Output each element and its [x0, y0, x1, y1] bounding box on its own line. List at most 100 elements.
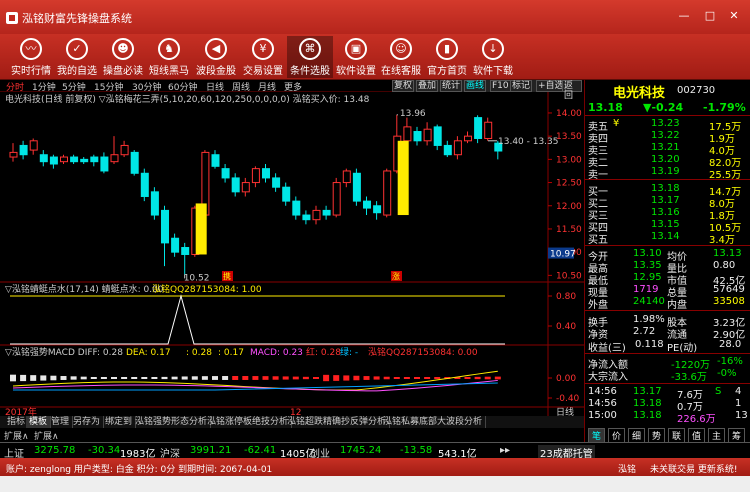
kline-chart[interactable]: 电光科技(日线 前复权) ▽泓铭梅花三弄(5,10,20,60,120,250,… — [0, 92, 584, 417]
macd-bar — [333, 375, 340, 381]
candle-body — [464, 135, 472, 142]
speaker-icon: ◀ — [205, 38, 227, 60]
candle-body — [292, 200, 301, 216]
toolbar-label: 短线黑马 — [149, 66, 189, 77]
ind2-red: 红: 0.28 — [306, 346, 341, 358]
stat-val: 1.98% — [633, 314, 665, 325]
tool-button-4[interactable]: F10 — [490, 80, 511, 92]
ind2-tick-label: -0.40 — [556, 394, 580, 404]
stat-val: 13.35 — [633, 260, 662, 271]
candle-body — [453, 140, 462, 156]
quote-tab-2[interactable]: 细 — [628, 428, 646, 443]
quote-tab-1[interactable]: 价 — [608, 428, 626, 443]
quote-tab-5[interactable]: 值 — [688, 428, 706, 443]
tool-button-2[interactable]: 统计 — [440, 80, 463, 92]
ticker-arrows-icon[interactable]: ▸▸ — [500, 445, 510, 456]
toolbar-button-10[interactable]: ↓ 软件下载 — [470, 36, 516, 78]
macd-bar — [403, 377, 410, 379]
tool-button-1[interactable]: 叠加 — [416, 80, 439, 92]
tool-button-5[interactable]: 标记 — [510, 80, 533, 92]
toolbar-button-3[interactable]: ♞ 短线黑马 — [146, 36, 192, 78]
indicator-tab-8[interactable]: 泓铭私募底部大波段分析 — [380, 416, 487, 428]
toolbar-button-2[interactable]: ☻ 操盘必读 — [100, 36, 146, 78]
buy-price: 13.15 — [651, 219, 680, 230]
quote-tab-0[interactable]: 笔 — [588, 428, 606, 443]
tick-price: 13.17 — [633, 386, 662, 397]
toolbar-label: 实时行情 — [11, 66, 51, 77]
macd-bar — [383, 376, 390, 380]
ind2-tick-label: 0.00 — [556, 374, 576, 384]
toolbar-button-8[interactable]: ☺ 在线客服 — [378, 36, 424, 78]
price-tick-label: 13.50 — [556, 132, 582, 142]
income-val: 0.118 — [635, 339, 664, 350]
market-change: -13.58 — [400, 445, 433, 456]
macd-bar — [131, 377, 138, 379]
toolbar-button-0[interactable]: 〰实时行情 — [8, 36, 54, 78]
stock-name: 电光科技 — [613, 86, 666, 101]
toolbar-button-1[interactable]: ✓ 我的自选 — [54, 36, 100, 78]
candle-body — [49, 156, 58, 165]
macd-bar — [474, 376, 481, 380]
indicator-tab-6[interactable]: 泓铭涨停板绝技分析 — [204, 416, 293, 428]
tool-button-3[interactable]: 画线 — [464, 80, 487, 92]
macd-bar — [262, 376, 269, 380]
ind2-header: ▽泓铭强势MACD DIFF: 0.28 — [5, 346, 123, 358]
tick-side: S — [715, 386, 722, 397]
toolbar-button-4[interactable]: ◀ 波段金股 — [193, 36, 239, 78]
toolbar-button-5[interactable]: ¥ 交易设置 — [240, 36, 286, 78]
toolbar-label: 操盘必读 — [103, 66, 143, 77]
divider — [585, 179, 750, 180]
candle-body — [413, 131, 422, 142]
macd-bar — [242, 376, 249, 380]
candle-body — [150, 191, 159, 216]
quote-tab-6[interactable]: 主 — [708, 428, 726, 443]
trade-status[interactable]: 未关联交易 更新系统! — [650, 462, 737, 475]
pe-val: 28.0 — [719, 339, 742, 350]
macd-bar — [80, 376, 87, 380]
sell-flag: ¥ — [613, 118, 620, 129]
macd-bar — [20, 374, 27, 382]
macd-bar — [181, 376, 188, 380]
candle-body — [363, 200, 371, 209]
expand-tab-1[interactable]: 扩展∧ — [34, 429, 59, 442]
candle-body — [80, 158, 89, 163]
indicator-tab-3[interactable]: 另存为 — [70, 416, 105, 428]
high-label: 13.96 — [400, 109, 426, 119]
stat-val: 2.72 — [633, 326, 656, 337]
indicator-tab-4[interactable]: 绑定到 — [102, 416, 137, 428]
title-bar: 泓铭财富先锋操盘系统 — □ ✕ — [0, 0, 750, 34]
sell-price: 13.22 — [651, 130, 680, 141]
candle-body — [19, 144, 28, 156]
account-info: 账户: zenglong 用户类型: 白金 积分: 0分 到期时间: 2067-… — [6, 465, 273, 475]
quote-tab-3[interactable]: 势 — [648, 428, 666, 443]
quote-tab-7[interactable]: 筹 — [728, 428, 746, 443]
market-change: -62.41 — [244, 445, 277, 456]
tool-button-0[interactable]: 复权 — [392, 80, 415, 92]
stat-key: 外盘 — [588, 300, 608, 311]
market-index: 3991.21 — [190, 445, 232, 456]
toolbar-button-7[interactable]: ▣ 软件设置 — [333, 36, 379, 78]
indicator-tabs: 指标 模板 管理 另存为 绑定到 泓铭强势形态分析 泓铭涨停板绝技分析 泓铭超跌精确抄反弹分析… — [0, 416, 584, 428]
quote-tab-4[interactable]: 联 — [668, 428, 686, 443]
maximize-icon[interactable]: □ — [700, 8, 720, 24]
indicator-tab-7[interactable]: 泓铭超跌精确抄反弹分析 — [284, 416, 391, 428]
close-icon[interactable]: ✕ — [724, 8, 744, 24]
candle-body — [211, 154, 220, 167]
minimize-icon[interactable]: — — [674, 8, 694, 24]
toolbar-button-9[interactable]: ▮ 官方首页 — [424, 36, 470, 78]
indicator-tab-5[interactable]: 泓铭强势形态分析 — [132, 416, 212, 428]
candle-body — [322, 209, 331, 216]
price-tick-label: 12.50 — [556, 179, 582, 189]
expand-tab-0[interactable]: 扩展∧ — [4, 429, 29, 442]
price-tick-label: 11.50 — [556, 225, 582, 235]
tool-button-7[interactable]: 返回 — [562, 80, 582, 101]
toolbar-button-6[interactable]: ⌘ 条件选股 — [287, 36, 333, 78]
macd-bar — [434, 377, 441, 379]
briefcase-icon: ▣ — [345, 38, 367, 60]
ind2-macd: MACD: 0.23 — [250, 348, 303, 358]
macd-bar — [323, 374, 330, 382]
candle-body — [110, 154, 119, 163]
stat-val: 13.13 — [713, 248, 742, 259]
bar-chart-icon: ▮ — [436, 38, 458, 60]
stat-val: 57649 — [713, 284, 745, 295]
